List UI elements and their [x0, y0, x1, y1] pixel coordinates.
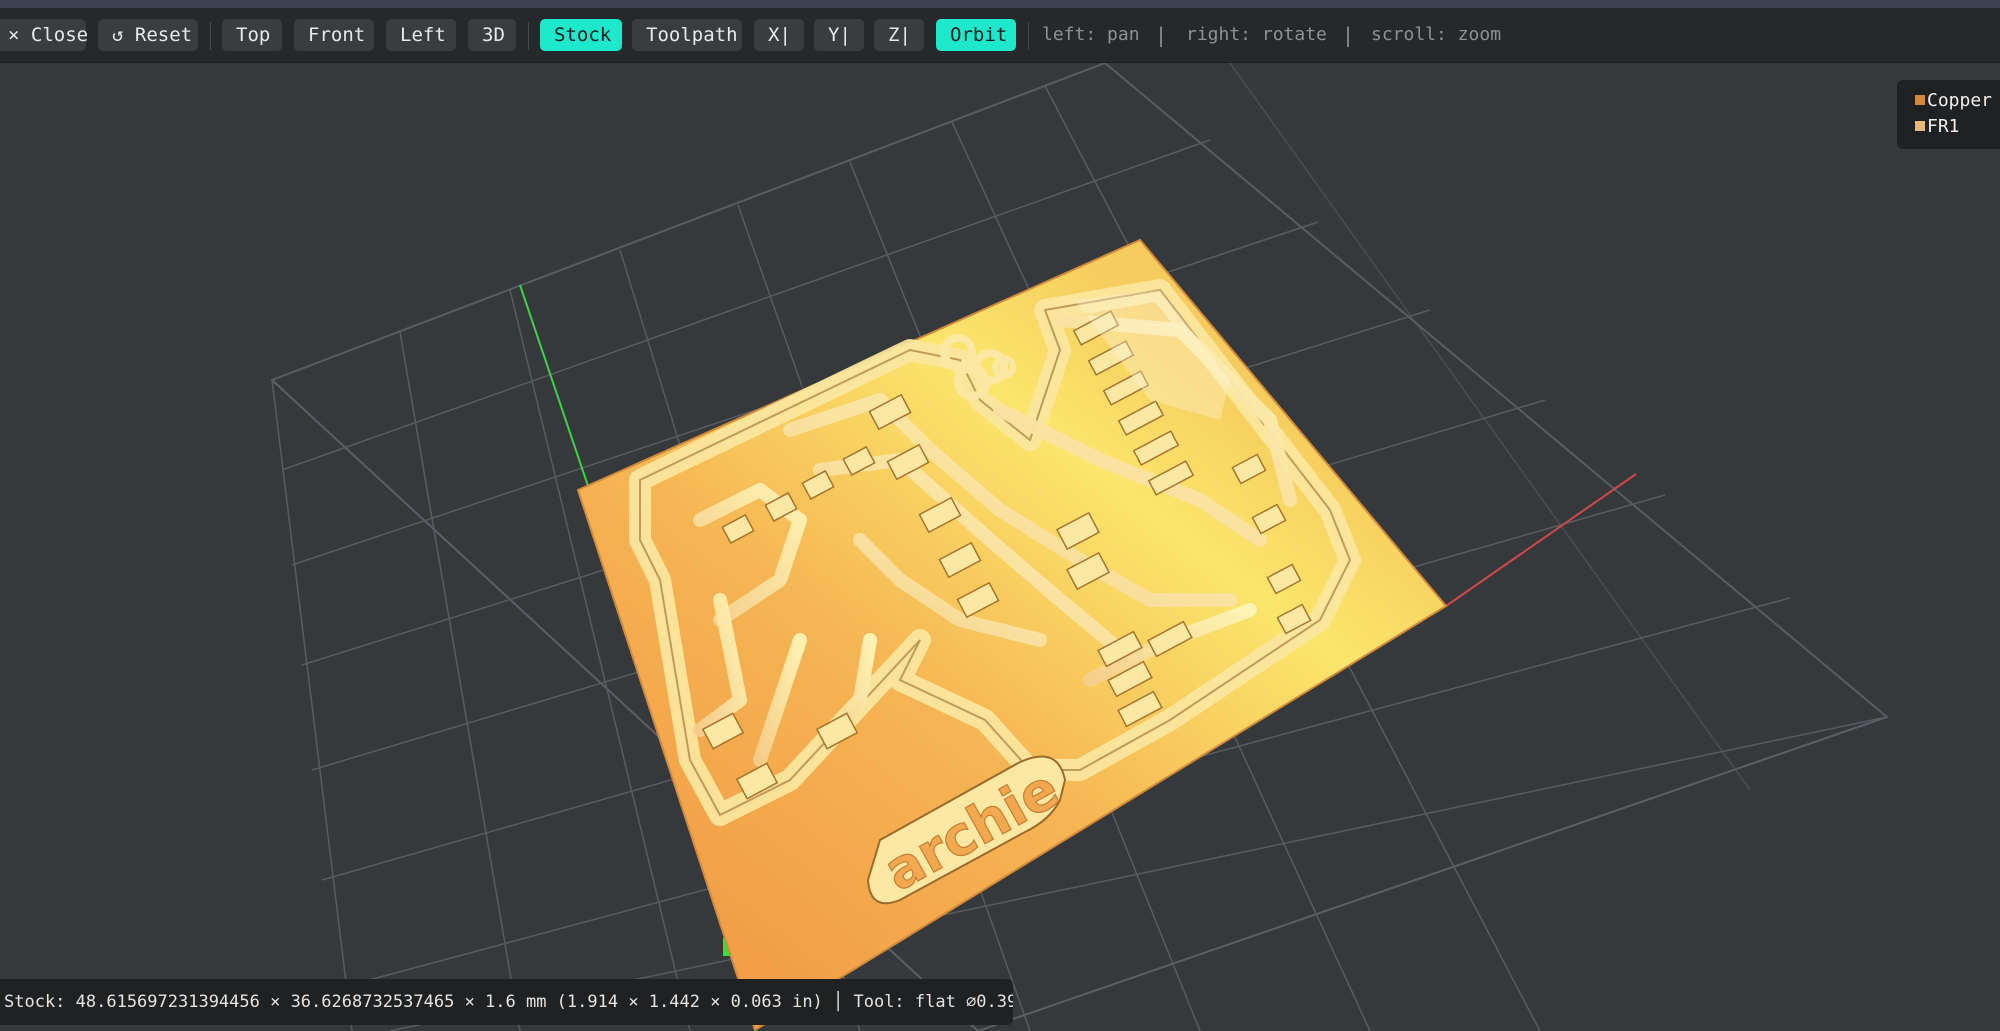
toolpath-toggle-button[interactable]: Toolpath [632, 19, 742, 51]
toolbar-divider [1028, 22, 1029, 50]
hint-separator: | [1342, 23, 1355, 47]
legend-item-copper: Copper [1915, 88, 1992, 114]
stock-toggle-button[interactable]: Stock [540, 19, 622, 51]
hint-pan: left: pan [1042, 24, 1140, 45]
y-axis-line [519, 284, 589, 487]
view-front-button[interactable]: Front [294, 19, 374, 51]
viewer-toolbar: × Close ↺ Reset Top Front Left 3D Stock … [0, 8, 2000, 63]
view-left-button[interactable]: Left [386, 19, 456, 51]
x-section-button[interactable]: X| [754, 19, 804, 51]
reset-button[interactable]: ↺ Reset [98, 19, 198, 51]
y-section-button[interactable]: Y| [814, 19, 864, 51]
toolbar-divider [210, 22, 211, 50]
3d-viewport[interactable]: 8 archie [0, 63, 2000, 1031]
hint-separator: | [1155, 23, 1168, 47]
x-axis-line [1445, 473, 1637, 607]
stock-status-bar: Stock: 48.615697231394456 × 36.626873253… [0, 979, 1013, 1025]
legend-item-fr1: FR1 [1915, 114, 1960, 140]
copper-swatch [1915, 95, 1925, 105]
hint-zoom: scroll: zoom [1371, 24, 1502, 45]
toolbar-divider [528, 22, 529, 50]
hint-rotate: right: rotate [1186, 24, 1327, 45]
view-3d-button[interactable]: 3D [468, 19, 516, 51]
z-section-button[interactable]: Z| [874, 19, 924, 51]
view-top-button[interactable]: Top [222, 19, 282, 51]
close-button[interactable]: × Close [0, 19, 88, 51]
fr1-swatch [1915, 121, 1925, 131]
scene-svg[interactable]: 8 archie [0, 63, 2000, 1031]
orbit-mode-button[interactable]: Orbit [936, 19, 1016, 51]
material-legend: Copper FR1 [1897, 80, 2000, 149]
